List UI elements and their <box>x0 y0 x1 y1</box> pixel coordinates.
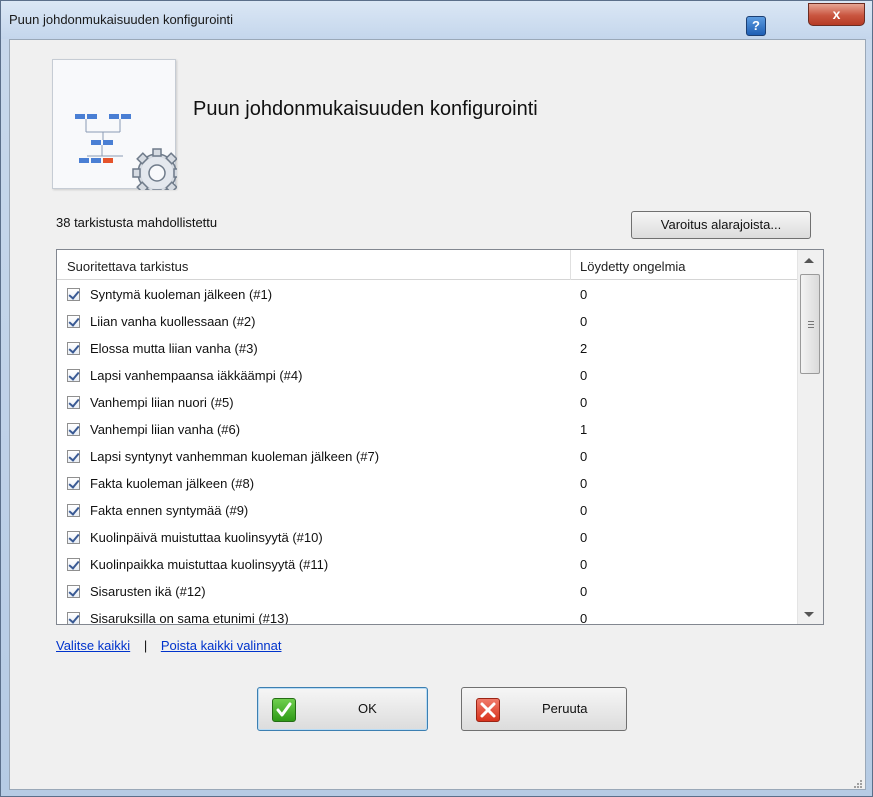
problems-found: 2 <box>580 341 588 356</box>
scroll-down-arrow-icon[interactable] <box>804 612 814 617</box>
list-item[interactable]: Lapsi vanhempaansa iäkkäämpi (#4) 0 <box>57 364 797 391</box>
check-label: Lapsi vanhempaansa iäkkäämpi (#4) <box>90 368 303 383</box>
checkbox[interactable] <box>67 558 80 571</box>
window-title: Puun johdonmukaisuuden konfigurointi <box>9 12 234 27</box>
problems-found: 0 <box>580 476 588 491</box>
check-label: Elossa mutta liian vanha (#3) <box>90 341 258 356</box>
checkbox[interactable] <box>67 396 80 409</box>
close-button[interactable]: x <box>808 3 865 26</box>
check-label: Lapsi syntynyt vanhemman kuoleman jälkee… <box>90 449 380 464</box>
problems-found: 0 <box>580 314 588 329</box>
resize-grip-icon[interactable] <box>853 776 863 788</box>
checkbox[interactable] <box>67 585 80 598</box>
problems-found: 0 <box>580 530 588 545</box>
check-label: Vanhempi liian nuori (#5) <box>90 395 234 410</box>
check-label: Fakta ennen syntymää (#9) <box>90 503 249 518</box>
dialog-window: Puun johdonmukaisuuden konfigurointi ? x <box>0 0 873 797</box>
check-label: Liian vanha kuollessaan (#2) <box>90 314 256 329</box>
check-label: Sisaruksilla on sama etunimi (#13) <box>90 611 289 625</box>
checkbox[interactable] <box>67 477 80 490</box>
link-separator: | <box>143 638 148 653</box>
list-item[interactable]: Sisarusten ikä (#12) 0 <box>57 580 797 607</box>
list-item[interactable]: Sisaruksilla on sama etunimi (#13) 0 <box>57 607 797 625</box>
list-item[interactable]: Lapsi syntynyt vanhemman kuoleman jälkee… <box>57 445 797 472</box>
list-header: Suoritettava tarkistus Löydetty ongelmia <box>57 250 797 280</box>
vertical-scrollbar[interactable] <box>797 250 823 624</box>
list-item[interactable]: Elossa mutta liian vanha (#3) 2 <box>57 337 797 364</box>
check-label: Vanhempi liian vanha (#6) <box>90 422 241 437</box>
checkbox[interactable] <box>67 342 80 355</box>
help-button[interactable]: ? <box>746 16 766 36</box>
checkbox[interactable] <box>67 450 80 463</box>
problems-found: 0 <box>580 368 588 383</box>
check-label: Fakta kuoleman jälkeen (#8) <box>90 476 255 491</box>
list-item[interactable]: Liian vanha kuollessaan (#2) 0 <box>57 310 797 337</box>
check-label: Kuolinpaikka muistuttaa kuolinsyytä (#11… <box>90 557 329 572</box>
checkbox[interactable] <box>67 315 80 328</box>
page-title: Puun johdonmukaisuuden konfigurointi <box>193 98 538 120</box>
list-item[interactable]: Kuolinpaikka muistuttaa kuolinsyytä (#11… <box>57 553 797 580</box>
column-header-found[interactable]: Löydetty ongelmia <box>580 259 686 274</box>
problems-found: 0 <box>580 503 588 518</box>
problems-found: 0 <box>580 557 588 572</box>
list-item[interactable]: Vanhempi liian vanha (#6) 1 <box>57 418 797 445</box>
ok-button-label: OK <box>358 701 377 716</box>
checkmark-icon <box>272 698 296 722</box>
check-label: Kuolinpäivä muistuttaa kuolinsyytä (#10) <box>90 530 323 545</box>
list-item[interactable]: Kuolinpäivä muistuttaa kuolinsyytä (#10)… <box>57 526 797 553</box>
select-all-link[interactable]: Valitse kaikki <box>56 638 130 653</box>
problems-found: 0 <box>580 584 588 599</box>
checkbox[interactable] <box>67 612 80 624</box>
checkbox[interactable] <box>67 504 80 517</box>
list-item[interactable]: Vanhempi liian nuori (#5) 0 <box>57 391 797 418</box>
enabled-count-label: 38 tarkistusta mahdollistettu <box>56 215 218 230</box>
cross-icon <box>476 698 500 722</box>
selection-links: Valitse kaikki | Poista kaikki valinnat <box>56 638 282 653</box>
check-label: Sisarusten ikä (#12) <box>90 584 206 599</box>
scroll-up-arrow-icon[interactable] <box>804 258 814 263</box>
list-rows: Syntymä kuoleman jälkeen (#1) 0 Liian van… <box>57 283 797 625</box>
scrollbar-thumb[interactable] <box>800 274 820 374</box>
checkbox[interactable] <box>67 423 80 436</box>
deselect-all-link[interactable]: Poista kaikki valinnat <box>161 638 282 653</box>
problems-found: 1 <box>580 422 588 437</box>
problems-found: 0 <box>580 611 588 625</box>
check-label: Syntymä kuoleman jälkeen (#1) <box>90 287 273 302</box>
cancel-button-label: Peruuta <box>542 701 588 716</box>
ok-button[interactable]: OK <box>257 687 428 731</box>
column-divider[interactable] <box>570 250 571 280</box>
problems-found: 0 <box>580 395 588 410</box>
list-item[interactable]: Fakta kuoleman jälkeen (#8) 0 <box>57 472 797 499</box>
warning-thresholds-button[interactable]: Varoitus alarajoista... <box>631 211 811 239</box>
tree-settings-icon <box>52 59 182 198</box>
list-item[interactable]: Syntymä kuoleman jälkeen (#1) 0 <box>57 283 797 310</box>
problems-found: 0 <box>580 449 588 464</box>
column-header-check[interactable]: Suoritettava tarkistus <box>67 259 188 274</box>
checks-list[interactable]: Suoritettava tarkistus Löydetty ongelmia… <box>56 249 824 625</box>
checkbox[interactable] <box>67 369 80 382</box>
problems-found: 0 <box>580 287 588 302</box>
list-item[interactable]: Fakta ennen syntymää (#9) 0 <box>57 499 797 526</box>
title-bar[interactable]: Puun johdonmukaisuuden konfigurointi ? x <box>1 1 872 39</box>
cancel-button[interactable]: Peruuta <box>461 687 627 731</box>
checkbox[interactable] <box>67 288 80 301</box>
grip-icon <box>808 321 814 328</box>
checkbox[interactable] <box>67 531 80 544</box>
